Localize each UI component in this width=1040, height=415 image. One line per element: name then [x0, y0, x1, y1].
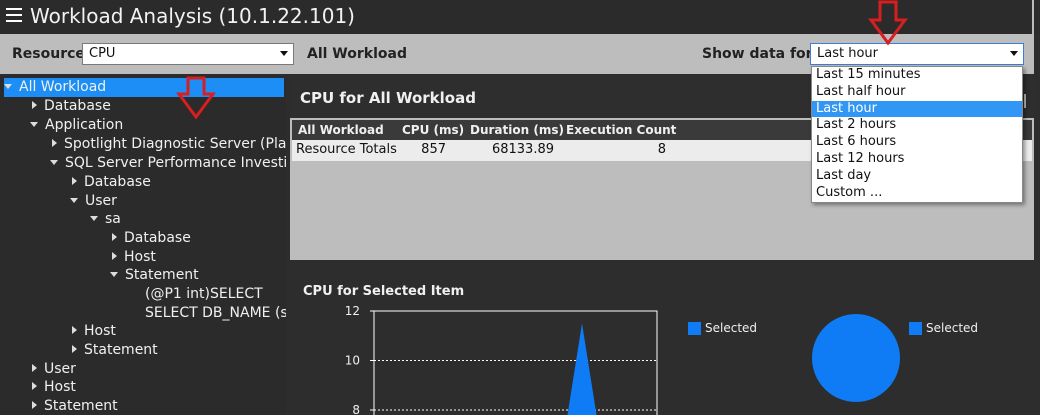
tree-item-statement[interactable]: Statement: [32, 397, 118, 415]
table-cell: Resource Totals: [296, 142, 397, 157]
tree-item-database[interactable]: Database: [112, 229, 191, 248]
tree-item-spotlight-app[interactable]: Spotlight Diagnostic Server (Playba: [52, 135, 286, 154]
resource-select[interactable]: CPU: [82, 43, 294, 65]
table-cell: 68133.89: [491, 142, 554, 157]
tree-item-host[interactable]: Host: [72, 322, 116, 341]
tree-item-application[interactable]: Application: [30, 116, 123, 135]
tree-item-all-workload[interactable]: All Workload: [4, 78, 284, 97]
collapse-arrow-icon[interactable]: [32, 382, 37, 390]
collapse-arrow-icon[interactable]: [32, 101, 37, 109]
collapse-arrow-icon[interactable]: [112, 233, 117, 241]
area-chart: 12 10 8 Selected Selected: [345, 304, 978, 415]
show-data-select[interactable]: Last hour: [810, 43, 1024, 65]
resource-label: Resource: [12, 46, 85, 62]
plot-frame: [373, 310, 658, 415]
scope-label: All Workload: [307, 46, 407, 62]
tree-item-host[interactable]: Host: [112, 248, 156, 267]
window-title: Workload Analysis (10.1.22.101): [30, 4, 355, 28]
tree-item-user[interactable]: User: [32, 360, 76, 379]
collapse-arrow-icon[interactable]: [32, 364, 37, 372]
legend-label: Selected: [705, 321, 757, 335]
chevron-down-icon: [280, 51, 288, 56]
chart-panel: CPU for Selected Item 12 10 8 Selected Selec…: [290, 268, 1034, 415]
annotation-arrow-icon: [176, 76, 216, 120]
dropdown-option-last-half-hour[interactable]: Last half hour: [812, 84, 1022, 101]
expand-arrow-icon[interactable]: [110, 272, 118, 277]
chevron-down-icon: [1010, 51, 1018, 56]
expand-arrow-icon[interactable]: [50, 160, 58, 165]
tree-item-user[interactable]: User: [70, 192, 117, 211]
tree-item-statement-query[interactable]: (@P1 int)SELECT top: [145, 285, 286, 304]
window-edge: [1032, 0, 1034, 34]
pie-slice-selected: [812, 314, 900, 402]
collapse-arrow-icon[interactable]: [72, 177, 77, 185]
workload-analysis-window: Workload Analysis (10.1.22.101) Resource…: [0, 0, 1040, 415]
tree-item-sa[interactable]: sa: [90, 210, 121, 229]
tree-item-statement[interactable]: Statement: [110, 266, 199, 285]
dropdown-option-last-day[interactable]: Last day: [812, 168, 1022, 185]
dropdown-option-custom[interactable]: Custom ...: [812, 185, 1022, 202]
expand-arrow-icon[interactable]: [30, 122, 38, 127]
y-tick-label: 12: [345, 304, 360, 318]
dropdown-option-last-2-hours[interactable]: Last 2 hours: [812, 117, 1022, 134]
column-header[interactable]: Duration (ms): [466, 120, 568, 140]
area-series-selected: [567, 323, 597, 415]
expand-arrow-icon[interactable]: [70, 198, 78, 203]
panel-divider: [1024, 94, 1026, 108]
expand-arrow-icon[interactable]: [90, 216, 98, 221]
y-tick-label: 8: [352, 403, 360, 415]
column-header[interactable]: CPU (ms): [398, 120, 468, 140]
show-data-label: Show data for: [702, 46, 813, 62]
tree-item-host[interactable]: Host: [32, 378, 76, 397]
pie-legend-label: Selected: [926, 321, 978, 335]
legend-swatch: [688, 322, 701, 335]
show-data-select-value: Last hour: [817, 46, 878, 61]
dropdown-option-last-15-minutes[interactable]: Last 15 minutes: [812, 67, 1022, 84]
collapse-arrow-icon[interactable]: [72, 345, 77, 353]
dropdown-option-last-12-hours[interactable]: Last 12 hours: [812, 151, 1022, 168]
tree-item-database[interactable]: Database: [32, 97, 111, 116]
annotation-arrow-icon: [868, 0, 908, 46]
tree-item-statement-query[interactable]: SELECT DB_NAME (sf.c: [145, 304, 286, 323]
summary-title: CPU for All Workload: [300, 89, 476, 107]
dropdown-option-last-6-hours[interactable]: Last 6 hours: [812, 134, 1022, 151]
expand-arrow-icon[interactable]: [4, 84, 12, 89]
collapse-arrow-icon[interactable]: [52, 139, 57, 147]
column-header[interactable]: Execution Count: [562, 120, 680, 140]
dropdown-option-last-hour[interactable]: Last hour: [812, 100, 1022, 118]
tree-item-database[interactable]: Database: [72, 173, 151, 192]
tree-item-statement[interactable]: Statement: [72, 341, 158, 360]
tree-item-sql-perf-investigator[interactable]: SQL Server Performance Investigato: [50, 154, 286, 173]
pie-legend-swatch: [909, 322, 922, 335]
show-data-dropdown[interactable]: Last 15 minutes Last half hour Last hour…: [811, 66, 1023, 203]
column-header[interactable]: All Workload: [294, 120, 388, 140]
resource-select-value: CPU: [89, 46, 116, 61]
collapse-arrow-icon[interactable]: [32, 401, 37, 409]
collapse-arrow-icon[interactable]: [112, 252, 117, 260]
y-tick-label: 10: [345, 354, 360, 368]
table-cell: 857: [421, 142, 446, 157]
table-cell: 8: [657, 142, 666, 157]
collapse-arrow-icon[interactable]: [72, 326, 77, 334]
workload-tree[interactable]: All Workload Database Application Spotli…: [0, 76, 286, 415]
hamburger-menu-icon[interactable]: [6, 8, 22, 24]
